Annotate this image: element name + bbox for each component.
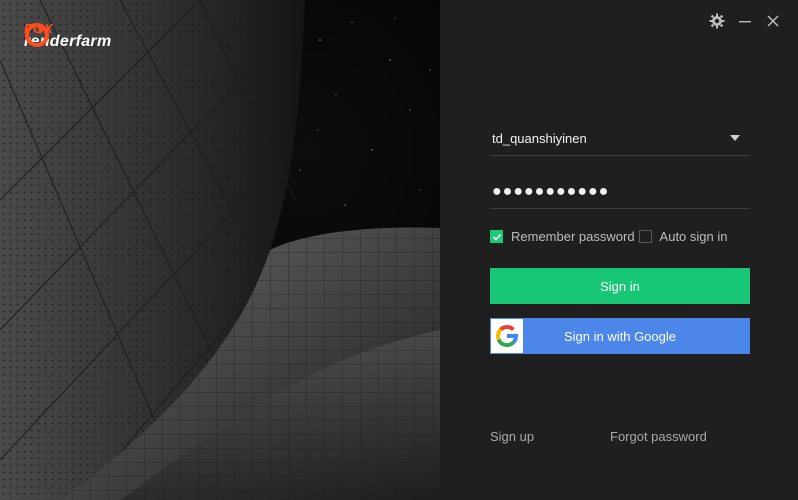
signup-link[interactable]: Sign up bbox=[490, 429, 534, 444]
remember-password-checkbox[interactable] bbox=[490, 230, 503, 243]
username-field bbox=[490, 122, 750, 156]
brand-logo: FOX renderfarm bbox=[24, 22, 111, 50]
hero-artwork bbox=[0, 0, 440, 500]
password-field bbox=[490, 175, 750, 209]
auto-signin-checkbox[interactable] bbox=[638, 230, 652, 243]
minimize-icon[interactable] bbox=[736, 12, 754, 30]
signin-button-label: Sign in bbox=[600, 278, 640, 294]
auto-signin-label: Auto sign in bbox=[659, 229, 728, 244]
window-controls bbox=[708, 12, 782, 30]
remember-password-label: Remember password bbox=[511, 229, 635, 244]
chevron-down-icon[interactable] bbox=[730, 135, 740, 141]
checkmark-icon bbox=[492, 233, 501, 241]
username-input[interactable] bbox=[490, 131, 720, 146]
auto-signin-option[interactable]: Auto sign in bbox=[638, 229, 728, 244]
google-signin-button[interactable]: Sign in with Google bbox=[490, 318, 750, 354]
login-panel: Remember password Auto sign in Sign in S… bbox=[440, 0, 798, 500]
hero-image: FOX renderfarm bbox=[0, 0, 440, 500]
google-signin-label: Sign in with Google bbox=[563, 328, 676, 344]
remember-password-option[interactable]: Remember password bbox=[490, 229, 635, 244]
signin-button[interactable]: Sign in bbox=[490, 268, 750, 304]
fox-logo-icon bbox=[25, 23, 49, 47]
password-input[interactable] bbox=[490, 182, 720, 201]
signin-options: Remember password Auto sign in bbox=[490, 229, 727, 244]
google-icon bbox=[491, 319, 523, 353]
close-icon[interactable] bbox=[764, 12, 782, 30]
forgot-password-link[interactable]: Forgot password bbox=[610, 429, 707, 444]
gear-icon[interactable] bbox=[708, 12, 726, 30]
